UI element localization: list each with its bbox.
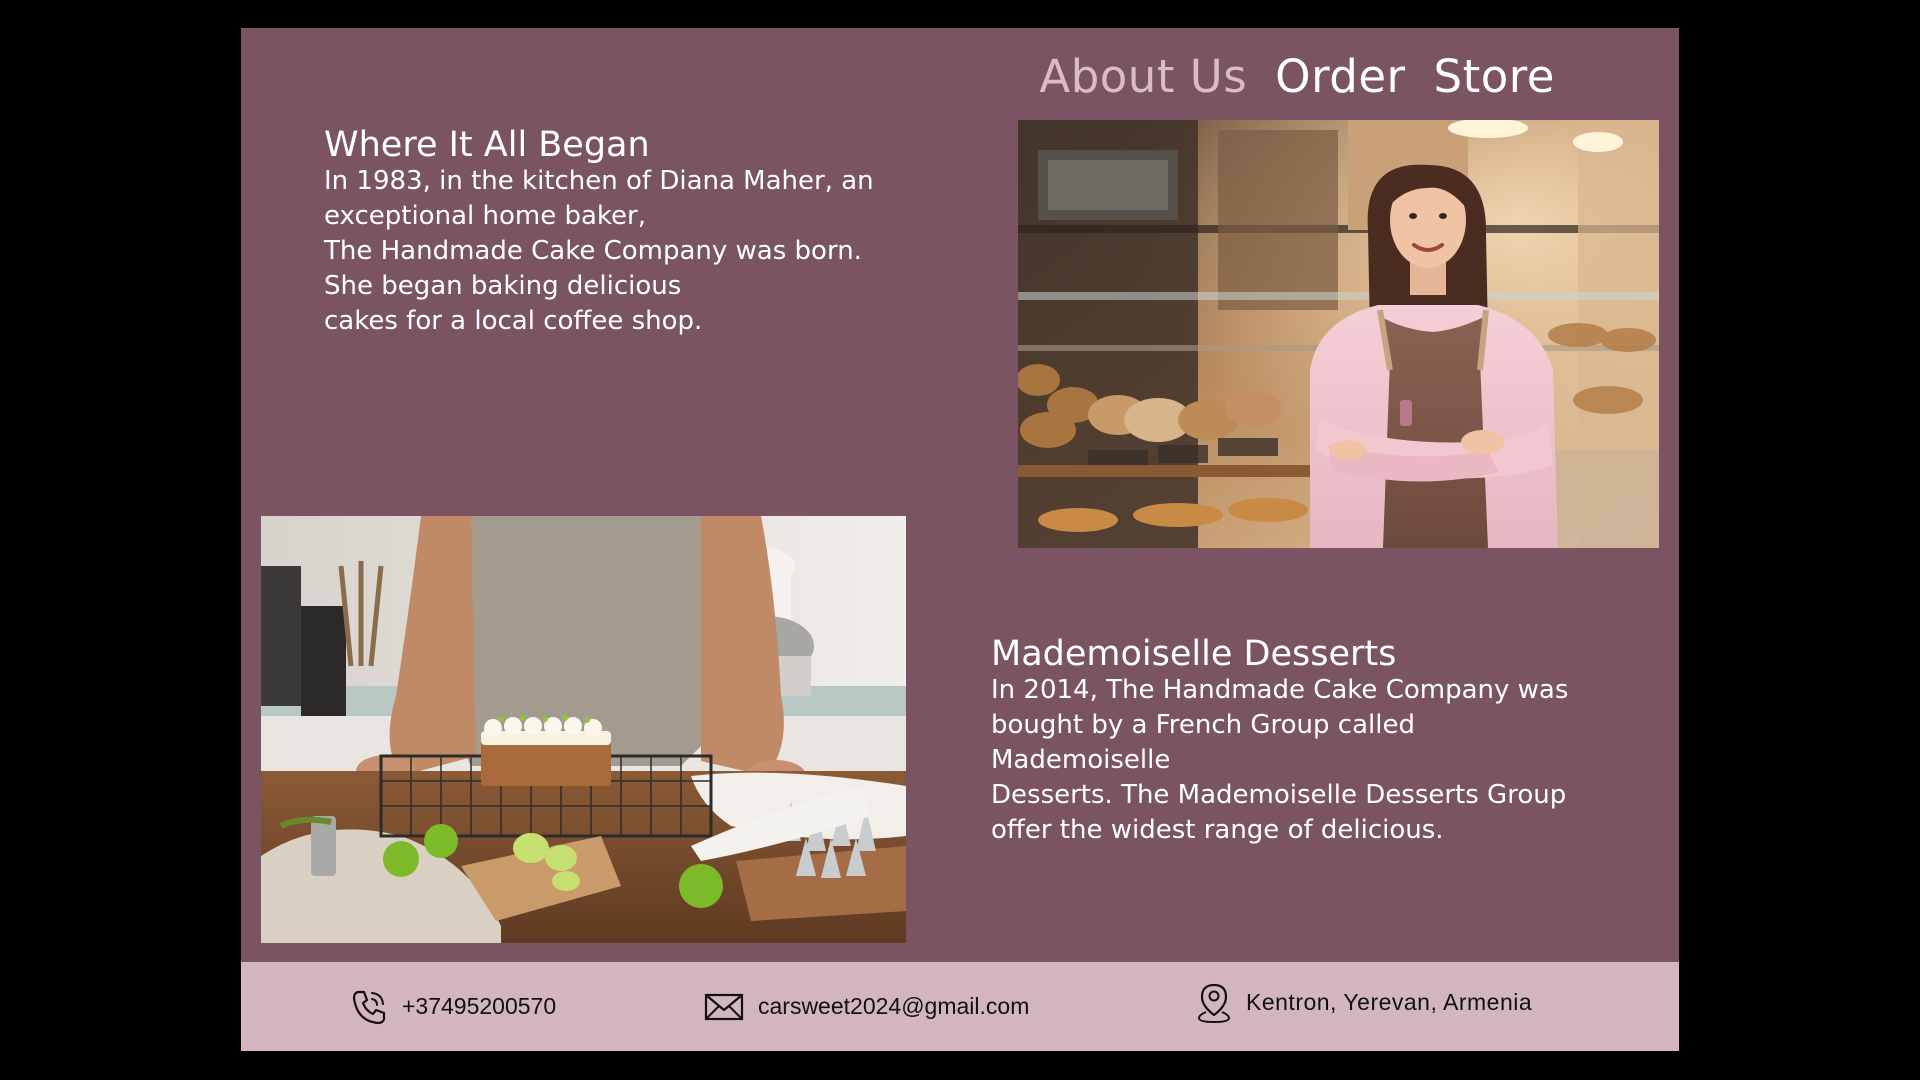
contact-phone[interactable]: +37495200570 (350, 962, 556, 1051)
lime-cake-photo (261, 516, 906, 943)
history-title: Where It All Began (324, 125, 650, 165)
main-nav: About Us Order Store (1039, 50, 1555, 103)
bakery-owner-photo (1018, 120, 1659, 548)
contact-email[interactable]: carsweet2024@gmail.com (704, 962, 1029, 1051)
nav-order[interactable]: Order (1275, 50, 1405, 103)
about-page: About Us Order Store Where It All Began … (241, 28, 1679, 1051)
nav-store[interactable]: Store (1434, 50, 1555, 103)
desserts-text: In 2014, The Handmade Cake Company was b… (991, 675, 1569, 845)
nav-about-us[interactable]: About Us (1039, 50, 1247, 103)
location-pin-icon (1196, 982, 1232, 1024)
phone-icon (350, 988, 388, 1026)
contact-footer: +37495200570 carsweet2024@gmail.com Kent… (241, 962, 1679, 1051)
history-text: In 1983, in the kitchen of Diana Maher, … (324, 166, 874, 336)
desserts-title: Mademoiselle Desserts (991, 634, 1397, 674)
contact-location[interactable]: Kentron, Yerevan, Armenia (1196, 958, 1532, 1047)
mail-icon (704, 992, 744, 1022)
email-address: carsweet2024@gmail.com (758, 993, 1030, 1019)
location-address: Kentron, Yerevan, Armenia (1246, 989, 1533, 1015)
phone-number: +37495200570 (402, 993, 557, 1019)
